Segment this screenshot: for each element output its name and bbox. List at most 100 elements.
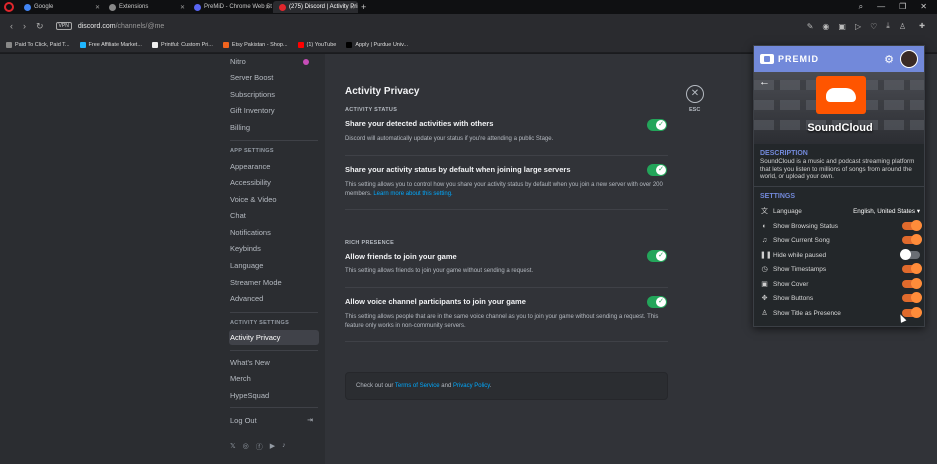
edit-icon[interactable]: ✎ (807, 22, 814, 31)
menu-item-whats-new[interactable]: What's New (229, 355, 319, 370)
menu-item-gift-inventory[interactable]: Gift Inventory (229, 103, 319, 118)
setting-hide-while-paused[interactable]: ❚❚ Hide while paused (760, 249, 920, 261)
back-arrow-icon[interactable]: ← (759, 76, 770, 88)
menu-item-chat[interactable]: Chat (229, 208, 319, 223)
bookmark-item[interactable]: Printful: Custom Pri... (151, 42, 213, 48)
menu-item-merch[interactable]: Merch (229, 371, 319, 386)
notice-text: and (439, 383, 453, 389)
new-tab-icon[interactable]: + (361, 2, 366, 12)
menu-header-activity-settings: ACTIVITY SETTINGS (230, 320, 290, 326)
menu-item-subscriptions[interactable]: Subscriptions (229, 87, 319, 102)
bookmark-label: Apply | Purdue Univ... (355, 42, 408, 48)
menu-item-billing[interactable]: Billing (229, 120, 319, 135)
vpn-badge[interactable]: VPN (55, 22, 72, 30)
minimize-icon[interactable]: — (877, 2, 885, 12)
bookmark-item[interactable]: Apply | Purdue Univ... (346, 42, 408, 48)
setting-language[interactable]: 文 Language English, United States ▾ (760, 205, 920, 217)
back-icon[interactable]: ‹ (10, 21, 13, 31)
camera-icon[interactable]: ◉ (822, 22, 829, 31)
voice-join-toggle[interactable]: ✓ (647, 296, 667, 308)
setting-toggle[interactable] (902, 278, 922, 289)
facebook-icon[interactable]: ⓕ (256, 442, 263, 452)
setting-show-timestamps[interactable]: ◷ Show Timestamps (760, 263, 922, 275)
setting-show-cover[interactable]: ▣ Show Cover (760, 278, 922, 290)
language-select[interactable]: English, United States ▾ (853, 208, 920, 215)
bookmark-item[interactable]: Etsy Pakistan - Shop... (222, 42, 288, 48)
setting-show-title-as-presence[interactable]: ♙ Show Title as Presence (760, 307, 922, 319)
notice-text: . (489, 383, 492, 389)
close-settings-button[interactable]: ✕ (686, 85, 704, 103)
menu-item-nitro[interactable]: Nitro (229, 54, 319, 69)
setting-toggle[interactable] (902, 292, 922, 303)
setting-toggle[interactable] (900, 249, 920, 260)
extensions-puzzle-icon[interactable]: ✚ (915, 19, 929, 33)
setting-toggle[interactable] (902, 263, 922, 274)
setting-label: Language (773, 207, 802, 215)
menu-item-voice-video[interactable]: Voice & Video (229, 192, 319, 207)
close-tab-icon[interactable]: ✕ (350, 4, 355, 11)
bookmark-item[interactable]: (1) YouTube (297, 42, 336, 48)
learn-more-link[interactable]: Learn more about this setting. (373, 191, 452, 197)
opera-logo-icon[interactable] (4, 2, 14, 12)
avatar[interactable] (900, 50, 918, 68)
menu-item-hypesquad[interactable]: HypeSquad (229, 388, 319, 403)
x-twitter-icon[interactable]: 𝕏 (230, 442, 236, 452)
sidebar-spacer (0, 54, 225, 464)
tab-extensions[interactable]: Extensions ✕ (103, 1, 188, 13)
play-icon[interactable]: ▷ (855, 22, 861, 31)
url-input[interactable]: discord.com/channels/@me (78, 23, 164, 30)
profile-icon[interactable]: ♙ (899, 22, 906, 31)
discord-favicon-icon (279, 3, 286, 11)
menu-item-notifications[interactable]: Notifications (229, 225, 319, 240)
setting-desc: This setting allows friends to join your… (345, 268, 534, 274)
privacy-policy-link[interactable]: Privacy Policy (453, 383, 490, 389)
menu-item-appearance[interactable]: Appearance (229, 159, 319, 174)
menu-item-accessibility[interactable]: Accessibility (229, 175, 319, 190)
tiktok-icon[interactable]: ♪ (282, 442, 286, 452)
menu-item-server-boost[interactable]: Server Boost (229, 70, 319, 85)
menu-header-app-settings: APP SETTINGS (230, 148, 274, 154)
close-tab-icon[interactable]: ✕ (265, 4, 270, 11)
menu-item-logout[interactable]: Log Out ⇥ (229, 413, 319, 428)
browser-tab-bar: Google ✕ Extensions ✕ PreMiD - Chrome We… (0, 0, 937, 14)
menu-item-activity-privacy[interactable]: Activity Privacy (229, 330, 319, 345)
close-window-icon[interactable]: ✕ (920, 2, 927, 12)
menu-item-keybinds[interactable]: Keybinds (229, 241, 319, 256)
setting-show-browsing-status[interactable]: ◐ Show Browsing Status (760, 220, 922, 232)
menu-item-language[interactable]: Language (229, 258, 319, 273)
tab-label: Google (34, 4, 54, 10)
friends-join-toggle[interactable]: ✓ (647, 250, 667, 262)
close-tab-icon[interactable]: ✕ (180, 4, 185, 11)
bookmark-item[interactable]: Free Affiliate Market... (79, 42, 142, 48)
setting-title-share-status-large-servers: Share your activity status by default wh… (345, 165, 571, 174)
close-tab-icon[interactable]: ✕ (95, 4, 100, 11)
setting-toggle[interactable] (902, 220, 922, 231)
gear-icon[interactable]: ⚙ (884, 53, 894, 66)
extensions-favicon-icon (109, 3, 116, 11)
reload-icon[interactable]: ↻ (36, 21, 44, 32)
download-icon[interactable]: ⤓ (886, 21, 890, 31)
tab-discord[interactable]: (275) Discord | Activity Pri ✕ (273, 1, 358, 13)
pause-icon: ❚❚ (760, 252, 772, 259)
forward-icon[interactable]: › (23, 21, 26, 31)
setting-show-current-song[interactable]: ♫ Show Current Song (760, 234, 922, 246)
restore-icon[interactable]: ❐ (899, 2, 906, 12)
settings-menu: Nitro Server Boost Subscriptions Gift In… (225, 54, 325, 464)
chrome-store-favicon-icon (194, 3, 201, 11)
terms-of-service-link[interactable]: Terms of Service (395, 383, 440, 389)
tab-google[interactable]: Google ✕ (18, 1, 103, 13)
menu-item-streamer-mode[interactable]: Streamer Mode (229, 275, 319, 290)
instagram-icon[interactable]: ◎ (243, 442, 249, 452)
search-icon[interactable]: ⌕ (859, 2, 863, 12)
tab-premid-store[interactable]: PreMiD - Chrome Web St ✕ (188, 1, 273, 13)
setting-show-buttons[interactable]: ✥ Show Buttons (760, 292, 922, 304)
heart-icon[interactable]: ♡ (870, 22, 877, 31)
menu-item-advanced[interactable]: Advanced (229, 291, 319, 306)
setting-toggle[interactable] (902, 234, 922, 245)
bookmark-item[interactable]: Paid To Click, Paid T... (6, 42, 70, 48)
share-status-large-servers-toggle[interactable]: ✓ (647, 164, 667, 176)
youtube-icon[interactable]: ▶ (270, 442, 275, 452)
premid-popup: PREMID ⚙ ← SoundCloud DESCRIPTION SoundC… (753, 45, 925, 327)
gallery-icon[interactable]: ▣ (838, 22, 846, 31)
share-activities-toggle[interactable]: ✓ (647, 119, 667, 131)
